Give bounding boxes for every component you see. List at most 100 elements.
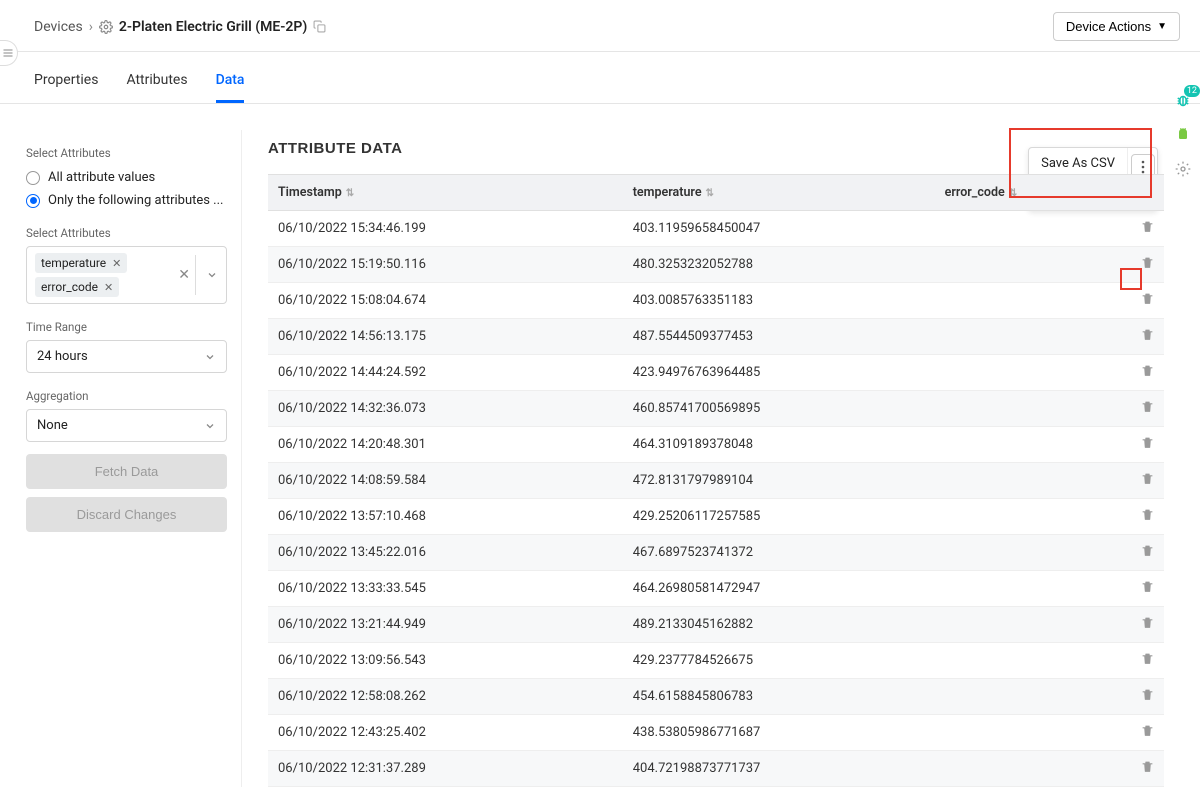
tab-properties[interactable]: Properties [34, 58, 98, 103]
chevron-down-icon[interactable] [206, 269, 218, 281]
chip-remove-icon[interactable]: ✕ [112, 257, 121, 270]
trash-icon[interactable] [1141, 220, 1154, 233]
col-error-code[interactable]: error_code⇅ [935, 175, 1130, 211]
cell-temperature: 438.53805986771687 [623, 715, 935, 751]
tabs: Properties Attributes Data [0, 58, 1200, 104]
table-row: 06/10/2022 15:08:04.674403.0085763351183 [268, 283, 1164, 319]
cell-temperature: 472.8131797989104 [623, 463, 935, 499]
cell-temperature: 429.2377784526675 [623, 643, 935, 679]
trash-icon[interactable] [1141, 580, 1154, 593]
trash-icon[interactable] [1141, 400, 1154, 413]
cell-error-code [935, 607, 1130, 643]
breadcrumb-root[interactable]: Devices [34, 19, 83, 35]
section-title: ATTRIBUTE DATA [268, 140, 402, 157]
cell-timestamp: 06/10/2022 15:08:04.674 [268, 283, 623, 319]
trash-icon[interactable] [1141, 616, 1154, 629]
cell-timestamp: 06/10/2022 13:45:22.016 [268, 535, 623, 571]
fetch-data-button[interactable]: Fetch Data [26, 454, 227, 489]
cell-timestamp: 06/10/2022 14:44:24.592 [268, 355, 623, 391]
time-range-select[interactable]: 24 hours [26, 340, 227, 373]
table-row: 06/10/2022 14:44:24.592423.9497676396448… [268, 355, 1164, 391]
table-row: 06/10/2022 13:33:33.545464.2698058147294… [268, 571, 1164, 607]
sort-icon: ⇅ [1009, 188, 1017, 199]
table-row: 06/10/2022 13:57:10.468429.2520611725758… [268, 499, 1164, 535]
cell-temperature: 487.5544509377453 [623, 319, 935, 355]
table-row: 06/10/2022 14:20:48.301464.3109189378048 [268, 427, 1164, 463]
cell-error-code [935, 751, 1130, 787]
attribute-multiselect[interactable]: temperature✕ error_code✕ ✕ [26, 246, 227, 304]
settings-icon[interactable] [1172, 158, 1194, 180]
trash-icon[interactable] [1141, 544, 1154, 557]
table-row: 06/10/2022 13:09:56.543429.2377784526675 [268, 643, 1164, 679]
sort-icon: ⇅ [706, 188, 714, 199]
radio-all-attributes[interactable]: All attribute values [26, 166, 227, 189]
cell-error-code [935, 427, 1130, 463]
trash-icon[interactable] [1141, 328, 1154, 341]
clear-selection-icon[interactable]: ✕ [178, 267, 190, 283]
cell-error-code [935, 679, 1130, 715]
trash-icon[interactable] [1141, 292, 1154, 305]
gear-icon [99, 20, 113, 34]
aggregation-select[interactable]: None [26, 409, 227, 442]
badge: 12 [1184, 85, 1200, 97]
radio-icon [26, 194, 40, 208]
trash-icon[interactable] [1141, 724, 1154, 737]
chip-temperature: temperature✕ [35, 253, 127, 273]
col-timestamp[interactable]: Timestamp⇅ [268, 175, 623, 211]
cell-temperature: 429.25206117257585 [623, 499, 935, 535]
filter-sidebar: Select Attributes All attribute values O… [0, 130, 242, 787]
chip-remove-icon[interactable]: ✕ [104, 281, 113, 294]
trash-icon[interactable] [1141, 472, 1154, 485]
cell-timestamp: 06/10/2022 14:56:13.175 [268, 319, 623, 355]
cell-error-code [935, 499, 1130, 535]
table-row: 06/10/2022 12:43:25.402438.5380598677168… [268, 715, 1164, 751]
chevron-down-icon [204, 351, 216, 363]
cell-timestamp: 06/10/2022 12:31:37.289 [268, 751, 623, 787]
cell-error-code [935, 355, 1130, 391]
cell-temperature: 403.11959658450047 [623, 211, 935, 247]
cell-temperature: 404.72198873771737 [623, 751, 935, 787]
trash-icon[interactable] [1141, 508, 1154, 521]
android-icon[interactable] [1172, 124, 1194, 146]
trash-icon[interactable] [1141, 256, 1154, 269]
cell-error-code [935, 247, 1130, 283]
table-row: 06/10/2022 15:34:46.199403.1195965845004… [268, 211, 1164, 247]
cell-timestamp: 06/10/2022 14:20:48.301 [268, 427, 623, 463]
caret-down-icon: ▼ [1157, 21, 1167, 32]
cell-temperature: 403.0085763351183 [623, 283, 935, 319]
table-row: 06/10/2022 12:58:08.262454.6158845806783 [268, 679, 1164, 715]
tab-attributes[interactable]: Attributes [126, 58, 187, 103]
cell-error-code [935, 319, 1130, 355]
breadcrumb-device[interactable]: 2-Platen Electric Grill (ME-2P) [119, 19, 307, 35]
cell-error-code [935, 463, 1130, 499]
trash-icon[interactable] [1141, 688, 1154, 701]
cell-timestamp: 06/10/2022 13:57:10.468 [268, 499, 623, 535]
bug-icon[interactable]: 12 [1172, 90, 1194, 112]
trash-icon[interactable] [1141, 652, 1154, 665]
breadcrumb: Devices › 2-Platen Electric Grill (ME-2P… [34, 19, 326, 35]
select-attributes-label-2: Select Attributes [26, 226, 227, 240]
device-actions-button[interactable]: Device Actions ▼ [1053, 12, 1180, 41]
trash-icon[interactable] [1141, 436, 1154, 449]
right-rail: 12 [1166, 90, 1200, 180]
chip-error-code: error_code✕ [35, 277, 119, 297]
tab-data[interactable]: Data [216, 58, 245, 103]
col-temperature[interactable]: temperature⇅ [623, 175, 935, 211]
trash-icon[interactable] [1141, 364, 1154, 377]
trash-icon[interactable] [1141, 760, 1154, 773]
table-row: 06/10/2022 15:19:50.116480.3253232052788 [268, 247, 1164, 283]
radio-only-following[interactable]: Only the following attributes ... [26, 189, 227, 212]
cell-timestamp: 06/10/2022 14:32:36.073 [268, 391, 623, 427]
attribute-data-table: Timestamp⇅ temperature⇅ error_code⇅ 06/1… [268, 175, 1164, 787]
cell-timestamp: 06/10/2022 13:21:44.949 [268, 607, 623, 643]
table-row: 06/10/2022 13:45:22.016467.6897523741372 [268, 535, 1164, 571]
cell-temperature: 464.26980581472947 [623, 571, 935, 607]
chevron-right-icon: › [89, 19, 93, 35]
cell-error-code [935, 283, 1130, 319]
copy-icon[interactable] [313, 20, 326, 33]
table-row: 06/10/2022 14:32:36.073460.8574170056989… [268, 391, 1164, 427]
cell-timestamp: 06/10/2022 15:19:50.116 [268, 247, 623, 283]
discard-changes-button[interactable]: Discard Changes [26, 497, 227, 532]
radio-icon [26, 171, 40, 185]
aggregation-label: Aggregation [26, 389, 227, 403]
